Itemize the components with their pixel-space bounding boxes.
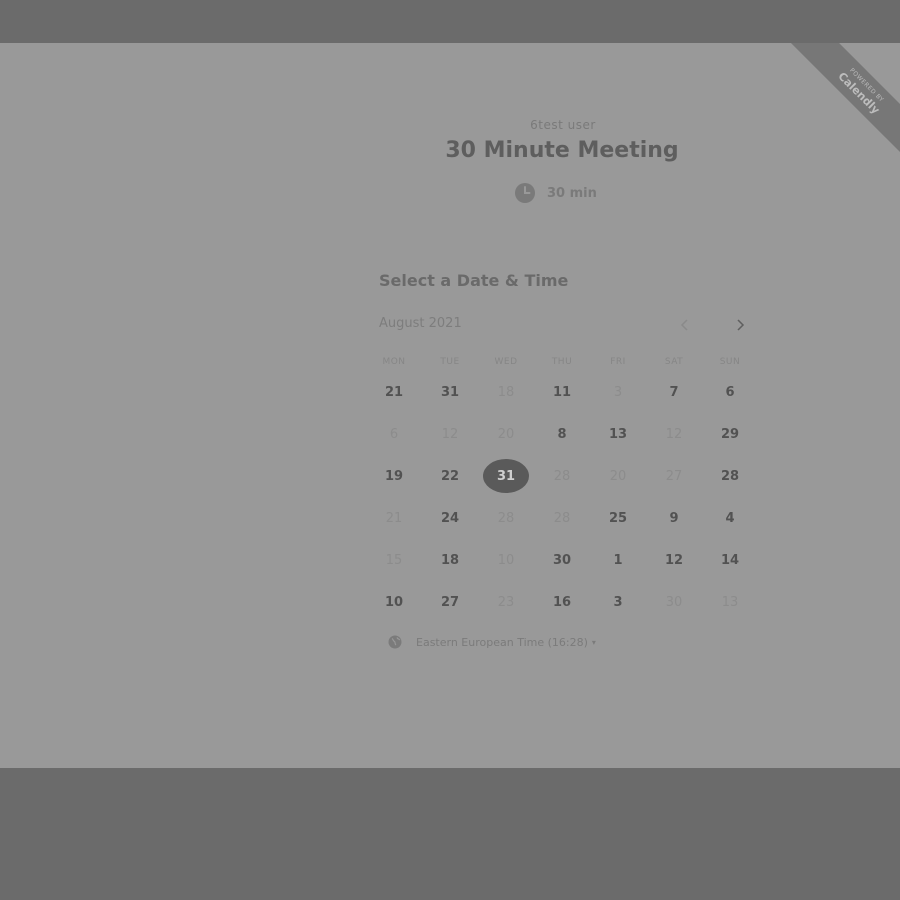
available-day-cell[interactable]: 13 <box>590 413 646 455</box>
selected-day-cell[interactable]: 31 <box>478 455 534 497</box>
available-day-cell[interactable]: 31 <box>422 371 478 413</box>
available-day-cell[interactable]: 3 <box>590 581 646 623</box>
available-day-cell[interactable]: 24 <box>422 497 478 539</box>
available-day-cell[interactable]: 8 <box>534 413 590 455</box>
unavailable-day-cell: 3 <box>613 384 623 400</box>
chevron-left-icon <box>680 319 688 331</box>
available-day-cell[interactable]: 29 <box>702 413 758 455</box>
weekday-header-row: MON TUE WED THU FRI SAT SUN <box>366 357 758 367</box>
weekday-label: SUN <box>719 357 741 367</box>
unavailable-day-cell: 28 <box>497 510 515 526</box>
unavailable-day-cell: 30 <box>665 594 683 610</box>
caret-down-icon: ▾ <box>591 637 596 647</box>
available-day-cell[interactable]: 4 <box>702 497 758 539</box>
timezone-selector[interactable]: Eastern European Time (16:28) ▾ <box>388 635 596 649</box>
booking-panel: POWERED BY Calendly 6test user 30 Minute… <box>0 43 900 768</box>
weekday-label: MON <box>382 357 406 367</box>
weekday-label: THU <box>551 357 573 367</box>
clock-icon <box>515 183 535 203</box>
timezone-label: Eastern European Time (16:28) <box>416 635 588 649</box>
available-day-cell[interactable]: 10 <box>366 581 422 623</box>
available-day-cell[interactable]: 14 <box>702 539 758 581</box>
select-date-heading: Select a Date & Time <box>379 271 569 290</box>
duration-label: 30 min <box>547 185 597 201</box>
available-day-cell[interactable]: 27 <box>422 581 478 623</box>
available-day-cell[interactable]: 21 <box>366 371 422 413</box>
available-day-cell[interactable]: 9 <box>646 497 702 539</box>
available-day-cell[interactable]: 19 <box>366 455 422 497</box>
available-day-cell[interactable]: 12 <box>646 539 702 581</box>
month-label: August 2021 <box>379 316 462 331</box>
unavailable-day-cell: 27 <box>665 468 683 484</box>
available-day-cell[interactable]: 7 <box>646 371 702 413</box>
unavailable-day-cell: 10 <box>497 552 515 568</box>
globe-icon <box>388 635 402 649</box>
available-day-cell[interactable]: 22 <box>422 455 478 497</box>
weekday-label: FRI <box>610 357 626 367</box>
available-day-cell[interactable]: 28 <box>702 455 758 497</box>
unavailable-day-cell: 20 <box>497 426 515 442</box>
unavailable-day-cell: 28 <box>553 510 571 526</box>
calendar-days-grid: 21 31 18 11 3 7 6 6 12 20 8 13 12 29 19 22 31 28 20 27 28 21 2… <box>366 371 758 623</box>
selected-day-label: 31 <box>483 459 529 493</box>
unavailable-day-cell: 12 <box>665 426 683 442</box>
unavailable-day-cell: 20 <box>609 468 627 484</box>
weekday-label: SAT <box>664 357 684 367</box>
weekday-label: TUE <box>440 357 460 367</box>
event-title: 30 Minute Meeting <box>445 138 679 163</box>
available-day-cell[interactable]: 16 <box>534 581 590 623</box>
unavailable-day-cell: 18 <box>497 384 515 400</box>
next-month-button[interactable] <box>730 315 750 335</box>
available-day-cell[interactable]: 11 <box>534 371 590 413</box>
chevron-right-icon <box>737 319 745 331</box>
bottom-overlay-bar <box>0 768 900 900</box>
available-day-cell[interactable]: 18 <box>422 539 478 581</box>
unavailable-day-cell: 28 <box>553 468 571 484</box>
event-host-name: 6test user <box>530 118 596 132</box>
unavailable-day-cell: 6 <box>389 426 399 442</box>
weekday-label: WED <box>494 357 518 367</box>
event-duration: 30 min <box>515 183 597 203</box>
available-day-cell[interactable]: 30 <box>534 539 590 581</box>
previous-month-button[interactable] <box>675 315 695 335</box>
unavailable-day-cell: 21 <box>385 510 403 526</box>
available-day-cell[interactable]: 6 <box>702 371 758 413</box>
available-day-cell[interactable]: 1 <box>590 539 646 581</box>
top-overlay-bar <box>0 0 900 43</box>
unavailable-day-cell: 12 <box>441 426 459 442</box>
unavailable-day-cell: 15 <box>385 552 403 568</box>
powered-by-ribbon[interactable]: POWERED BY Calendly <box>779 43 900 173</box>
available-day-cell[interactable]: 25 <box>590 497 646 539</box>
unavailable-day-cell: 23 <box>497 594 515 610</box>
unavailable-day-cell: 13 <box>721 594 739 610</box>
